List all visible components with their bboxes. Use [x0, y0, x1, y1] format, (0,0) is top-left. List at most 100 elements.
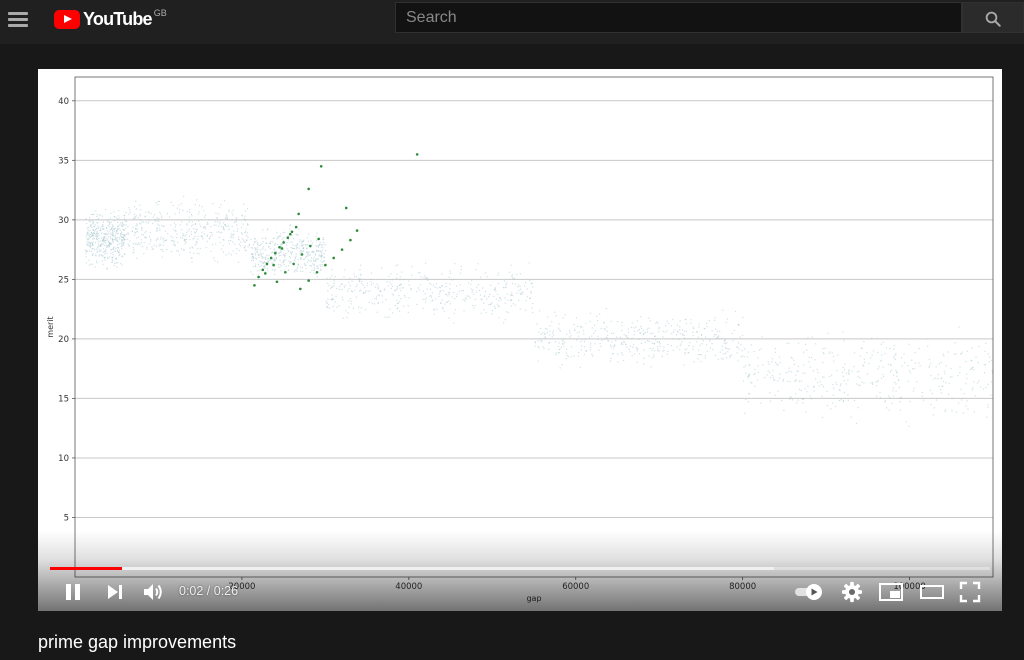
scatter-point [198, 253, 200, 255]
scatter-point [552, 330, 554, 332]
pause-icon[interactable] [62, 581, 84, 603]
scatter-point [218, 236, 220, 239]
scatter-point [704, 336, 707, 338]
scatter-point [348, 282, 350, 284]
scatter-point [370, 272, 373, 274]
scatter-point [187, 230, 189, 232]
scatter-point [358, 277, 360, 280]
scatter-point [283, 264, 286, 266]
scatter-point [848, 370, 850, 373]
scatter-point [302, 258, 305, 260]
scatter-point [326, 277, 328, 279]
scatter-point [300, 245, 302, 247]
next-video-icon[interactable] [104, 581, 126, 603]
scatter-point [854, 400, 856, 402]
scatter-point [100, 245, 102, 248]
progress-bar[interactable] [50, 567, 990, 571]
fullscreen-icon[interactable] [959, 581, 981, 603]
scatter-point [331, 268, 333, 271]
scatter-point [331, 286, 333, 288]
scatter-point [610, 346, 612, 348]
scatter-point [90, 242, 92, 244]
scatter-point [162, 225, 164, 227]
scatter-point [657, 346, 659, 348]
scatter-point [455, 295, 458, 298]
scatter-point [327, 303, 330, 306]
menu-icon[interactable] [8, 9, 28, 29]
scatter-point [236, 230, 238, 232]
scatter-point [569, 332, 571, 334]
youtube-logo[interactable]: YouTube GB [54, 8, 167, 30]
scatter-point [106, 268, 108, 270]
scatter-point [930, 362, 932, 365]
scatter-point [973, 381, 975, 383]
scatter-point [987, 353, 989, 355]
scatter-point [895, 390, 897, 392]
scatter-point [219, 223, 221, 225]
scatter-point [713, 319, 716, 322]
volume-icon[interactable] [141, 580, 165, 604]
scatter-point [91, 248, 93, 250]
scatter-point [113, 231, 116, 233]
scatter-point [489, 293, 491, 296]
scatter-point [458, 290, 460, 292]
scatter-point [201, 231, 203, 233]
scatter-point [282, 231, 284, 234]
scatter-point [848, 369, 850, 371]
scatter-point [350, 297, 352, 300]
scatter-point [122, 242, 124, 245]
scatter-point [111, 238, 113, 240]
scatter-point [155, 239, 157, 241]
scatter-point [320, 250, 322, 253]
search-input[interactable] [395, 2, 962, 33]
scatter-point [150, 212, 152, 215]
scatter-point [153, 244, 155, 246]
scatter-point [321, 263, 323, 266]
scatter-point [351, 280, 353, 282]
autoplay-toggle[interactable] [793, 582, 825, 602]
scatter-point [640, 327, 643, 330]
scatter-point [504, 297, 506, 299]
scatter-point [802, 364, 805, 366]
scatter-point [211, 234, 213, 236]
search-button[interactable] [962, 2, 1024, 33]
scatter-point [303, 250, 305, 252]
scatter-point [166, 249, 168, 251]
scatter-point [183, 195, 185, 198]
scatter-point [933, 378, 935, 380]
scatter-point [176, 233, 178, 235]
scatter-point [120, 235, 122, 237]
scatter-point [92, 229, 94, 231]
scatter-point [433, 313, 435, 315]
theater-mode-icon[interactable] [919, 580, 945, 604]
scatter-point [935, 366, 937, 368]
scatter-point [513, 277, 516, 279]
scatter-point [136, 223, 138, 225]
video-player[interactable]: 5 10 15 20 25 30 35 40 20000 40000 60000 80000 1000… [38, 69, 1002, 611]
miniplayer-icon[interactable] [878, 580, 904, 604]
scatter-point [179, 224, 181, 226]
scatter-point [611, 353, 614, 355]
scatter-point [301, 242, 303, 244]
scatter-point [684, 353, 687, 355]
scatter-point [929, 389, 932, 391]
scatter-point [350, 303, 352, 305]
scatter-point [325, 300, 327, 302]
scatter-point [123, 229, 126, 231]
scatter-point [554, 341, 557, 343]
scatter-point [107, 232, 110, 234]
scatter-point [307, 259, 310, 261]
scatter-point [940, 361, 942, 364]
scatter-point [425, 277, 427, 279]
scatter-point [95, 210, 97, 212]
scatter-point [570, 356, 572, 358]
scatter-point [313, 272, 315, 274]
scatter-point [453, 322, 455, 324]
scatter-point [388, 275, 390, 278]
scatter-point [383, 288, 386, 290]
scatter-point [532, 312, 534, 314]
scatter-point [511, 292, 513, 294]
settings-gear-icon[interactable] [841, 581, 863, 603]
scatter-point [773, 379, 775, 381]
scatter-point [161, 248, 163, 251]
